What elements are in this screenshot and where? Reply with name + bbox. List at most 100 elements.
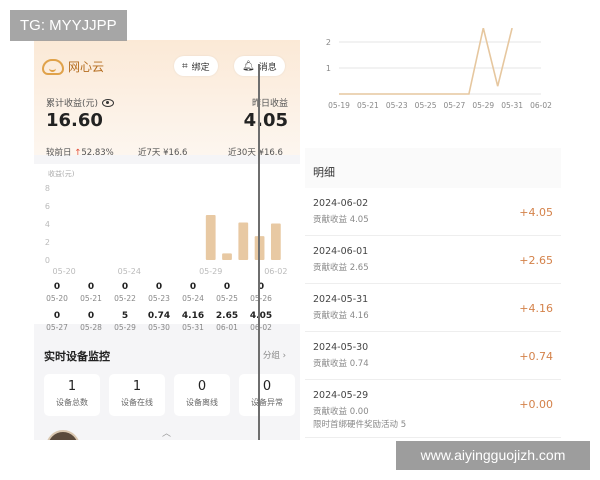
day-date: 05-27 [46, 323, 68, 332]
earnings-line-chart: 1 2 05-19 05-21 05-23 05-25 05-27 05-29 05-31 06-… [326, 28, 552, 110]
watermark-bottom: www.aiyingguojizh.com [396, 441, 590, 470]
monitor-card[interactable]: 1 设备在线 [109, 374, 165, 416]
x-tick-label: 05-31 [501, 101, 523, 110]
bind-button[interactable]: ⌗ 绑定 [174, 56, 218, 76]
y-tick-label: 2 [326, 38, 331, 47]
earnings-chart-card: 收益(元) 0 2 4 6 8 05-20 05-24 05-29 06-02 0 0 0 0 0 0 0 05… [34, 164, 300, 332]
device-monitor: 实时设备监控 分组 › 1 设备总数 1 设备在线 0 设备离线 0 设备异常 ︿ [34, 340, 300, 440]
cumulative-label: 累计收益(元) [46, 99, 99, 109]
day-value: 0 [87, 311, 95, 321]
day-value: 0.74 [147, 311, 171, 321]
detail-date: 2024-05-31 [313, 294, 369, 305]
compare-label: 较前日 [46, 148, 72, 158]
cumulative-value: 16.60 [46, 110, 103, 131]
last7-label: 近7天 [138, 148, 161, 158]
monitor-card[interactable]: 0 设备离线 [174, 374, 230, 416]
detail-date: 2024-06-01 [313, 246, 369, 257]
day-date: 06-01 [216, 323, 238, 332]
detail-row[interactable]: 2024-06-01 贡献收益 2.65 +2.65 [305, 236, 561, 284]
day-date: 05-31 [182, 323, 204, 332]
eye-icon[interactable] [102, 98, 115, 107]
y-axis-unit: 收益(元) [48, 169, 75, 178]
group-link-label: 分组 [262, 351, 280, 361]
detail-amount: +0.74 [519, 350, 553, 363]
bell-icon: 🔔︎ [242, 60, 255, 72]
day-value: 0 [189, 282, 197, 292]
last7-row: 近7天 ¥16.6 [138, 146, 187, 158]
monitor-card[interactable]: 0 设备异常 [239, 374, 295, 416]
day-value: 0 [223, 282, 231, 292]
compare-row: 较前日 ↑52.83% [46, 146, 114, 158]
monitor-label: 设备在线 [121, 398, 153, 407]
detail-row[interactable]: 2024-05-30 贡献收益 0.74 +0.74 [305, 332, 561, 380]
day-date: 05-30 [148, 323, 170, 332]
x-tick-label: 05-29 [199, 267, 222, 276]
group-link[interactable]: 分组 › [263, 349, 286, 361]
monitor-card[interactable]: 1 设备总数 [44, 374, 100, 416]
x-tick-label: 06-02 [264, 267, 287, 276]
day-date: 05-23 [148, 294, 170, 303]
app-screen-right: 1 2 05-19 05-21 05-23 05-25 05-27 05-29 05-31 06-… [305, 28, 561, 438]
message-button-label: 消息 [258, 62, 277, 73]
x-tick-label: 06-02 [530, 101, 552, 110]
monitor-count: 0 [262, 379, 272, 394]
day-value: 0 [257, 282, 265, 292]
cloud-logo-icon [42, 58, 64, 75]
x-tick-label: 05-24 [118, 267, 141, 276]
day-value-row: 0 0 0 0 0 0 0 [40, 282, 300, 292]
x-tick-label: 05-23 [386, 101, 408, 110]
chevron-right-icon: › [282, 351, 286, 361]
day-value: 0 [155, 282, 163, 292]
earnings-bar-chart: 收益(元) 0 2 4 6 8 05-20 05-24 05-29 06-02 [45, 169, 288, 276]
day-date: 05-24 [182, 294, 204, 303]
day-value: 0 [87, 282, 95, 292]
y-tick-label: 0 [45, 256, 50, 265]
bar-05-31 [238, 222, 249, 260]
last30-value: ¥16.6 [258, 148, 283, 158]
y-tick-label: 1 [326, 64, 331, 73]
day-value: 4.05 [249, 311, 273, 321]
monitor-count: 0 [197, 379, 207, 394]
detail-amount: +2.65 [519, 254, 553, 267]
day-value: 2.65 [215, 311, 239, 321]
brand-name: 网心云 [68, 60, 105, 74]
x-tick-label: 05-29 [472, 101, 494, 110]
daily-values-grid: 0 0 0 0 0 0 0 05-20 05-21 05-22 05-23 05-24 05-25 05-… [40, 282, 300, 340]
detail-row[interactable]: 2024-05-29 贡献收益 0.00 限时首绑硬件奖励活动 5 +0.00 [305, 380, 561, 438]
day-value: 4.16 [181, 311, 205, 321]
monitor-label: 设备离线 [186, 398, 218, 407]
day-date: 05-28 [80, 323, 102, 332]
day-value: 5 [121, 311, 129, 321]
scan-icon: ⌗ [182, 60, 188, 72]
x-tick-label: 05-19 [328, 101, 350, 110]
bind-button-label: 绑定 [191, 62, 210, 73]
monitor-count: 1 [67, 379, 77, 394]
avatar[interactable] [46, 430, 80, 440]
day-date-row: 05-27 05-28 05-29 05-30 05-31 06-01 06-02 [40, 323, 300, 338]
x-tick-label: 05-27 [444, 101, 466, 110]
yesterday-value: 4.05 [243, 110, 288, 131]
bar-05-29 [205, 215, 216, 260]
y-tick-label: 6 [45, 202, 50, 211]
day-date: 05-20 [46, 294, 68, 303]
detail-row[interactable]: 2024-05-31 贡献收益 4.16 +4.16 [305, 284, 561, 332]
x-tick-label: 05-21 [357, 101, 379, 110]
detail-subtitle: 贡献收益 0.00 [313, 407, 369, 417]
compare-value: 52.83% [81, 148, 114, 158]
chevron-up-icon[interactable]: ︿ [162, 426, 171, 439]
day-value: 0 [121, 282, 129, 292]
detail-subtitle: 贡献收益 2.65 [313, 263, 369, 273]
day-value: 0 [53, 282, 61, 292]
day-date: 05-22 [114, 294, 136, 303]
detail-subtitle: 贡献收益 4.05 [313, 215, 369, 225]
earnings-header: 网心云 ⌗ 绑定 🔔︎ 消息 累计收益(元) 16.60 昨日收益 4.05 较… [34, 40, 300, 158]
day-date: 06-02 [250, 323, 272, 332]
detail-date: 2024-05-29 [313, 390, 369, 401]
detail-row[interactable]: 2024-06-02 贡献收益 4.05 +4.05 [305, 188, 561, 236]
bar-06-02 [270, 223, 281, 260]
last30-label: 近30天 [228, 148, 256, 158]
cumulative-label-row: 累计收益(元) [46, 96, 115, 109]
day-date: 05-26 [250, 294, 272, 303]
y-tick-label: 4 [45, 220, 50, 229]
day-date-row: 05-20 05-21 05-22 05-23 05-24 05-25 05-26 [40, 294, 300, 309]
